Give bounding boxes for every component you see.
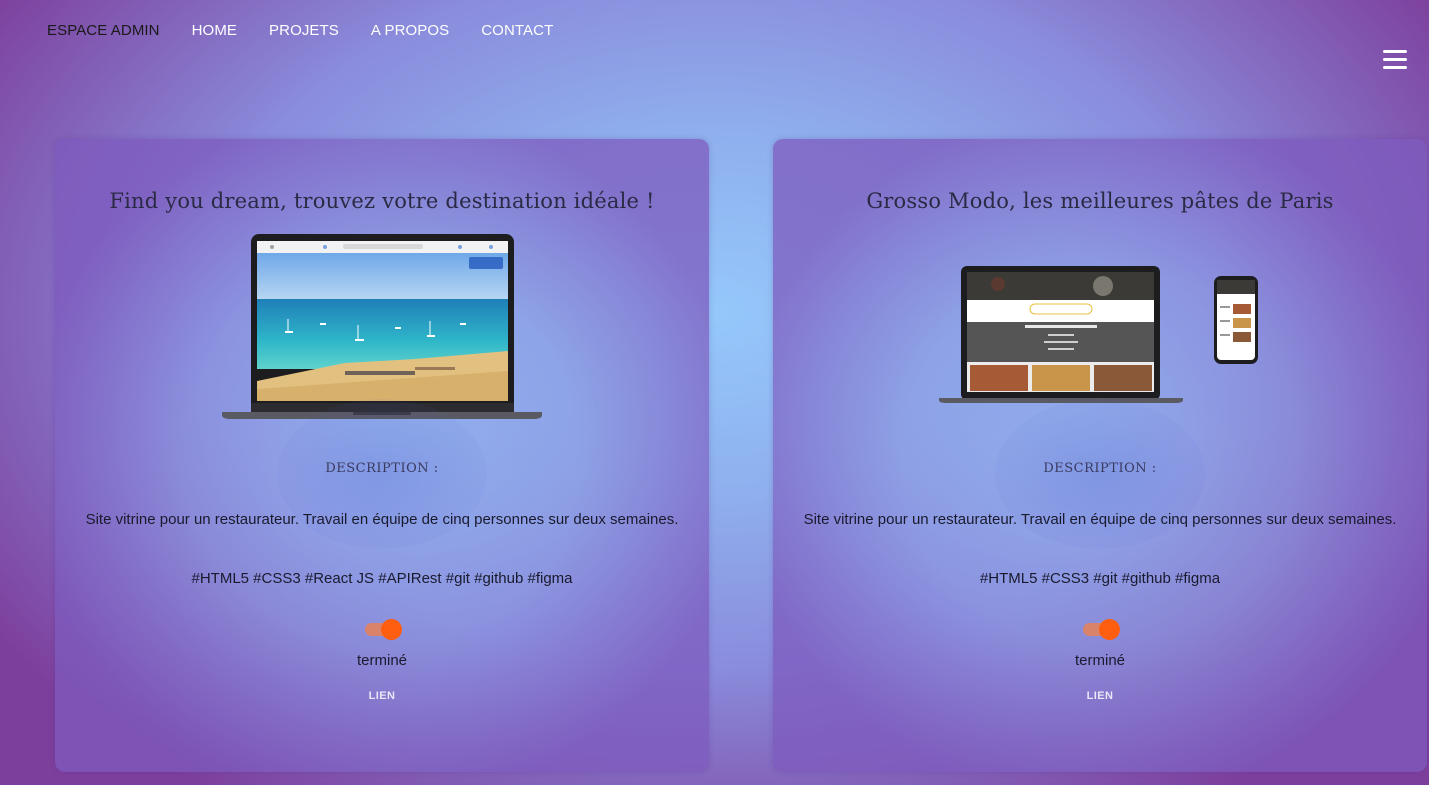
status-toggle[interactable] bbox=[365, 619, 402, 640]
hamburger-menu-icon[interactable] bbox=[1383, 50, 1407, 70]
project-link[interactable]: LIEN bbox=[773, 690, 1427, 702]
description-label: DESCRIPTION : bbox=[1043, 461, 1157, 476]
project-card-2: Grosso Modo, les meilleures pâtes de Par… bbox=[773, 139, 1427, 772]
project-card-1: Find you dream, trouvez votre destinatio… bbox=[55, 139, 709, 772]
status-label: terminé bbox=[1074, 652, 1126, 669]
nav-link-contact[interactable]: CONTACT bbox=[481, 22, 553, 39]
laptop-phone-mockup-image bbox=[939, 266, 1258, 403]
status-label: terminé bbox=[356, 652, 408, 669]
project-description: Site vitrine pour un restaurateur. Trava… bbox=[85, 511, 679, 528]
project-title: Find you dream, trouvez votre destinatio… bbox=[109, 189, 655, 213]
nav-link-home[interactable]: HOME bbox=[192, 22, 237, 39]
project-description: Site vitrine pour un restaurateur. Trava… bbox=[803, 511, 1397, 528]
description-label: DESCRIPTION : bbox=[325, 461, 439, 476]
project-tags: #HTML5 #CSS3 #git #github #figma bbox=[979, 570, 1221, 587]
nav-link-projets[interactable]: PROJETS bbox=[269, 22, 339, 39]
nav-links: ESPACE ADMIN HOME PROJETS A PROPOS CONTA… bbox=[47, 22, 553, 39]
toggle-knob bbox=[381, 619, 402, 640]
project-link[interactable]: LIEN bbox=[55, 690, 709, 702]
project-title: Grosso Modo, les meilleures pâtes de Par… bbox=[866, 189, 1334, 213]
laptop-mockup-image bbox=[222, 234, 542, 419]
navbar: ESPACE ADMIN HOME PROJETS A PROPOS CONTA… bbox=[0, 0, 1429, 69]
nav-link-a-propos[interactable]: A PROPOS bbox=[371, 22, 449, 39]
project-tags: #HTML5 #CSS3 #React JS #APIRest #git #gi… bbox=[191, 570, 573, 587]
status-toggle[interactable] bbox=[1083, 619, 1120, 640]
toggle-knob bbox=[1099, 619, 1120, 640]
nav-link-espace-admin[interactable]: ESPACE ADMIN bbox=[47, 22, 160, 39]
